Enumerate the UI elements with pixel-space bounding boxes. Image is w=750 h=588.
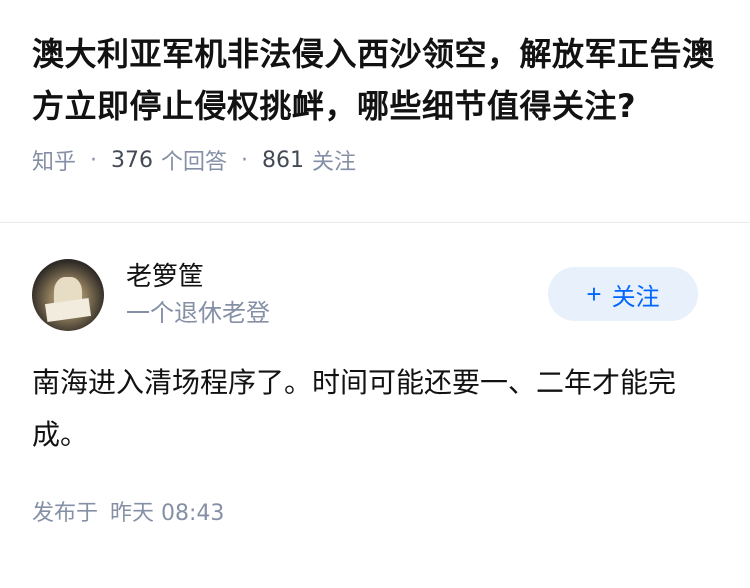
separator-dot: · — [241, 147, 249, 173]
published-label: 发布于 — [32, 501, 99, 526]
published-time: 昨天 08:43 — [110, 501, 225, 526]
author-name[interactable]: 老箩筐 — [126, 260, 270, 294]
follow-count-label: 关注 — [312, 150, 357, 175]
avatar[interactable] — [32, 259, 104, 331]
follow-button[interactable]: + 关注 — [548, 267, 698, 321]
publish-info: 发布于 昨天 08:43 — [32, 495, 718, 527]
author-info: 老箩筐 一个退休老登 — [126, 260, 270, 330]
answer-card: 老箩筐 一个退休老登 + 关注 南海进入清场程序了。时间可能还要一、二年才能完成… — [0, 223, 750, 527]
question-title[interactable]: 澳大利亚军机非法侵入西沙领空，解放军正告澳方立即停止侵权挑衅，哪些细节值得关注? — [32, 28, 722, 132]
plus-icon: + — [586, 278, 602, 309]
answer-count: 376 — [111, 147, 154, 173]
source-label[interactable]: 知乎 — [32, 144, 76, 176]
separator-dot: · — [90, 147, 98, 173]
answer-content: 南海进入清场程序了。时间可能还要一、二年才能完成。 — [32, 366, 677, 451]
answer-count-label: 个回答 — [161, 150, 228, 175]
follow-button-label: 关注 — [611, 283, 660, 311]
question-header: 澳大利亚军机非法侵入西沙领空，解放军正告澳方立即停止侵权挑衅，哪些细节值得关注?… — [0, 0, 750, 222]
question-meta: 知乎 · 376 个回答 · 861 关注 — [32, 144, 718, 176]
author-description: 一个退休老登 — [126, 299, 270, 327]
follow-count: 861 — [262, 147, 305, 173]
